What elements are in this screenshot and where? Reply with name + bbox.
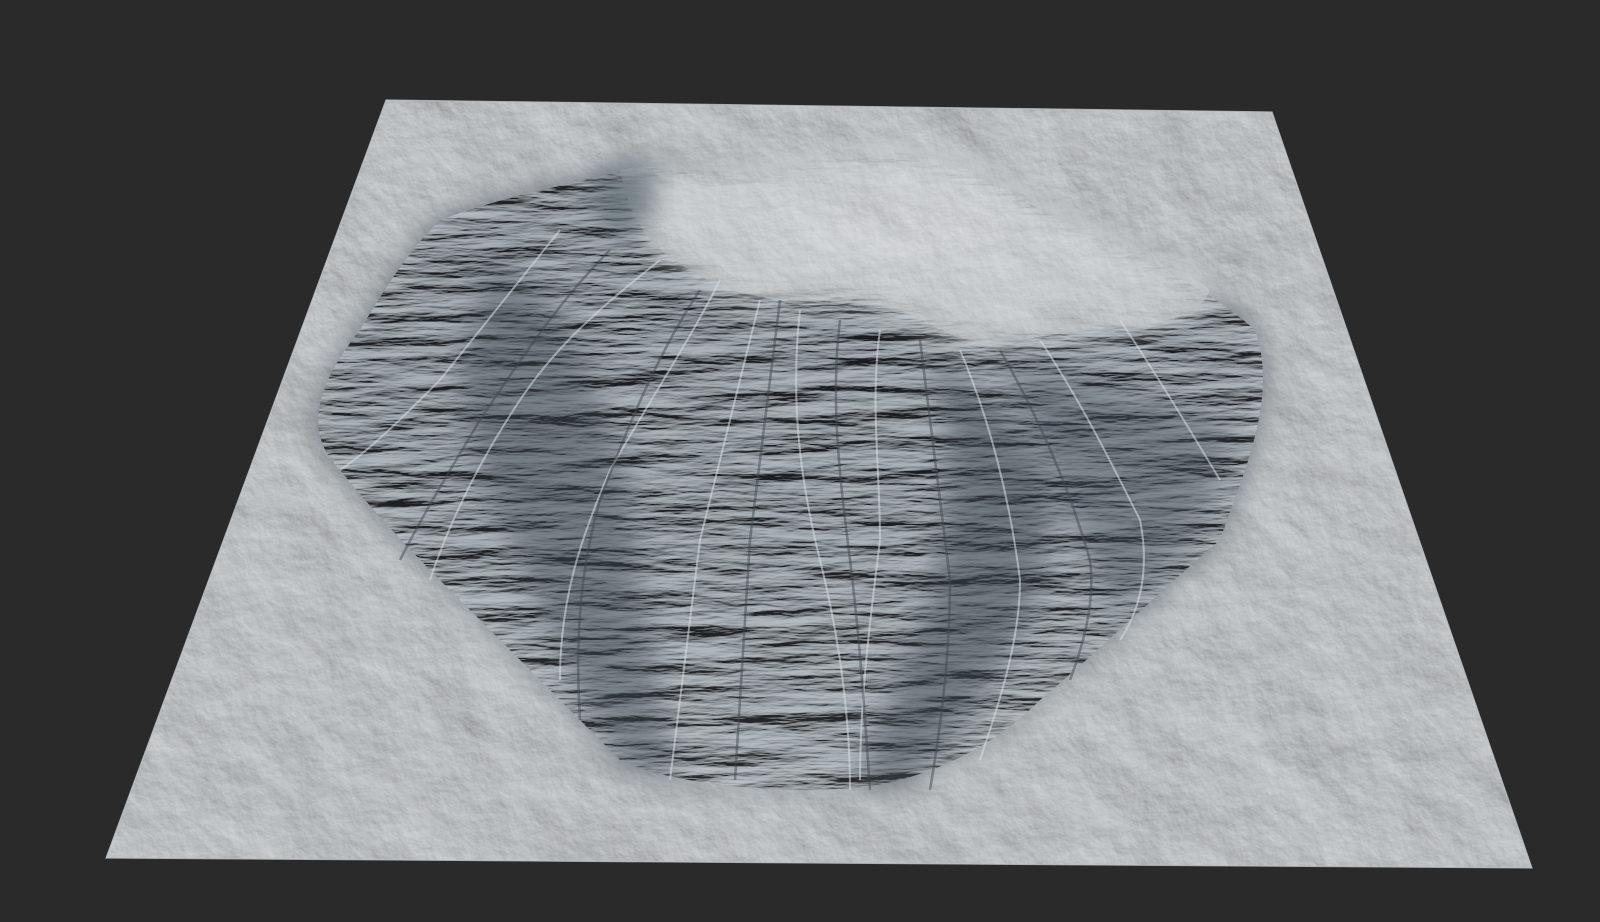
- terrain-render: [105, 99, 1533, 869]
- terrain-plate: [106, 100, 1532, 868]
- viewport: [0, 0, 1600, 922]
